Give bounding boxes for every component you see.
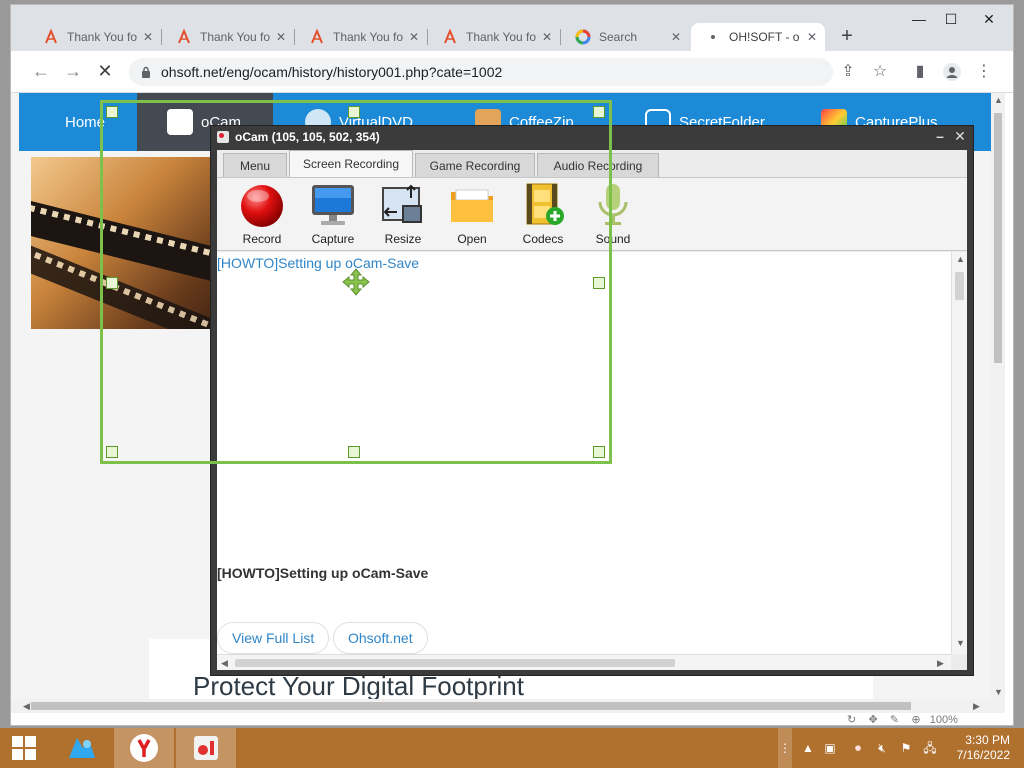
tray-scroll-indicator[interactable]: ⋮ [778,728,792,768]
resize-handle-bottom-left[interactable] [106,446,118,458]
taskbar-app-yandex[interactable] [114,728,174,768]
tray-flag-icon[interactable]: ⚑ [898,740,914,756]
minimize-icon[interactable]: – [931,128,949,144]
resize-handle-bottom-right[interactable] [593,446,605,458]
scrollbar-thumb[interactable] [31,702,911,710]
close-icon[interactable]: ✕ [807,30,817,44]
google-tab-icon [575,29,591,45]
close-icon[interactable]: ✕ [951,128,969,145]
tab-title: Thank You fo [200,30,271,44]
close-icon[interactable]: ✕ [542,30,552,44]
browser-tab-1[interactable]: Thank You fo ✕ [29,23,161,51]
yandex-browser-icon [130,734,158,762]
url-text: ohsoft.net/eng/ocam/history/history001.p… [161,64,503,80]
browser-tab-ohsoft[interactable]: OH!SOFT - o ✕ [691,23,825,51]
ocam-taskbar-icon [194,736,218,760]
maximize-icon[interactable]: ☐ [935,11,967,28]
ocam-vertical-scrollbar[interactable]: ▲ ▼ [951,252,967,654]
minimize-icon[interactable]: — [903,11,935,27]
zoom-icon[interactable]: ⊕ [911,714,920,725]
side-panel-icon[interactable]: ▮ [911,63,929,81]
windows-taskbar: ⋮ ▲ ▣ ⏺ 🔇︎ ⚑ 🖧︎ 3:30 PM 7/16/2022 [0,728,1024,768]
resize-handle-top[interactable] [348,106,360,118]
tab-strip: Thank You fo ✕ Thank You fo ✕ Thank You … [11,5,1013,51]
resize-handle-top-left[interactable] [106,106,118,118]
scrollbar-thumb[interactable] [955,272,964,300]
zoom-level: 100% [929,714,958,726]
menu-kebab-icon[interactable]: ⋮ [975,63,993,81]
resize-handle-left[interactable] [106,277,118,289]
browser-tab-4[interactable]: Thank You fo ✕ [428,23,560,51]
refresh-icon[interactable]: ↻ [847,714,856,725]
close-icon[interactable]: ✕ [276,30,286,44]
windows-logo-icon [12,736,36,760]
page-horizontal-scrollbar[interactable]: ◀ ▶ [11,699,991,713]
taskbar-app-ocam[interactable] [176,728,236,768]
stop-loading-icon[interactable]: ✕ [95,62,115,80]
site-nav-home[interactable]: Home [65,93,105,151]
browser-tab-search[interactable]: Search ✕ [561,23,689,51]
browser-tab-2[interactable]: Thank You fo ✕ [162,23,294,51]
bookmark-star-icon[interactable]: ☆ [871,63,889,81]
share-icon[interactable]: ⇪ [839,63,857,81]
tray-camera-icon[interactable]: ⏺ [850,740,866,756]
tab-title: OH!SOFT - o [729,30,800,44]
close-window-icon[interactable]: ✕ [973,11,1005,28]
back-arrow-icon[interactable]: ← [31,62,51,80]
clock-time: 3:30 PM [965,733,1010,747]
pdf-tab-icon [309,28,325,45]
tab-title: Thank You fo [333,30,404,44]
move-cross-icon[interactable] [342,268,370,296]
pdf-tab-icon [43,28,59,45]
profile-avatar-icon[interactable] [943,63,961,81]
scrollbar-thumb[interactable] [994,113,1002,363]
forward-arrow-icon[interactable]: → [63,62,83,80]
tab-title: Thank You fo [67,30,138,44]
pdf-tab-icon [442,28,458,45]
scrollbar-thumb[interactable] [235,659,675,667]
new-tab-button[interactable]: + [835,25,859,48]
tray-app-icon[interactable]: ▣ [822,740,838,756]
address-bar[interactable]: ohsoft.net/eng/ocam/history/history001.p… [129,58,833,86]
taskbar-clock[interactable]: 3:30 PM 7/16/2022 [946,733,1010,763]
page-vertical-scrollbar[interactable]: ▲ ▼ [991,93,1005,713]
post-title: [HOWTO]Setting up oCam-Save [217,565,429,581]
pdf-tab-icon [176,28,192,45]
ocam-horizontal-scrollbar[interactable]: ◀ ▶ [217,654,951,670]
tab-title: Search [599,30,638,44]
loading-tab-icon [705,29,721,45]
browser-toolbar: ← → ✕ ohsoft.net/eng/ocam/history/histor… [11,51,1013,93]
close-icon[interactable]: ✕ [143,30,153,44]
taskbar-app-widgets[interactable] [52,728,112,768]
resize-handle-bottom[interactable] [348,446,360,458]
network-icon[interactable]: 🖧︎ [922,740,938,756]
pen-icon[interactable]: ✎ [890,714,899,725]
move-icon[interactable]: ✥ [868,714,877,725]
start-button[interactable] [0,728,48,768]
lock-icon [142,66,150,78]
ohsoft-link-button[interactable]: Ohsoft.net [333,622,428,654]
close-icon[interactable]: ✕ [671,30,681,44]
browser-status-bar: ↻ ✥ ✎ ⊕ 100% [847,713,958,726]
widgets-icon [69,738,95,758]
site-nav-label: Home [65,113,106,131]
volume-muted-icon[interactable]: 🔇︎ [874,740,890,756]
close-icon[interactable]: ✕ [409,30,419,44]
tab-title: Thank You fo [466,30,537,44]
resize-handle-right[interactable] [593,277,605,289]
clock-date: 7/16/2022 [956,748,1010,762]
view-full-list-button[interactable]: View Full List [217,622,330,654]
tray-expand-icon[interactable]: ▲ [800,740,816,756]
browser-tab-3[interactable]: Thank You fo ✕ [295,23,427,51]
resize-handle-top-right[interactable] [593,106,605,118]
